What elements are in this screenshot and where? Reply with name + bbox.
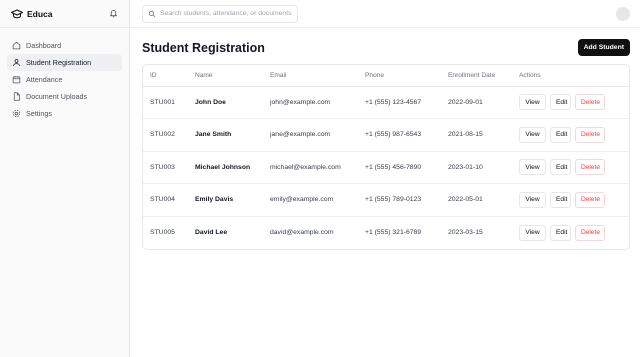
cell-email: michael@example.com [263, 151, 358, 184]
delete-button[interactable]: Delete [575, 191, 605, 208]
calendar-icon [12, 75, 21, 84]
edit-button[interactable]: Edit [550, 94, 571, 111]
bell-icon[interactable] [109, 9, 119, 19]
cell-actions: View Edit Delete [512, 86, 629, 119]
sidebar-item-attendance[interactable]: Attendance [7, 71, 122, 88]
page-title: Student Registration [142, 40, 265, 55]
sidebar-item-document-uploads[interactable]: Document Uploads [7, 88, 122, 105]
cell-email: emily@example.com [263, 183, 358, 217]
cell-actions: View Edit Delete [512, 118, 629, 152]
sidebar-nav: Dashboard Student Registration Attendanc… [0, 28, 129, 122]
cell-enrollment-date: 2023-03-15 [448, 229, 483, 236]
brand: Educa [0, 0, 129, 28]
sidebar-item-label: Document Uploads [26, 92, 88, 101]
edit-button[interactable]: Edit [550, 224, 571, 241]
view-button[interactable]: View [519, 191, 546, 208]
cell-enrollment-date: 2023-01-10 [441, 151, 512, 184]
edit-button[interactable]: Edit [550, 191, 571, 208]
page-header: Student Registration Add Student [142, 39, 630, 56]
delete-button[interactable]: Delete [575, 159, 605, 176]
document-icon [12, 92, 21, 101]
cell-id: STU004 [143, 183, 188, 217]
edit-button[interactable]: Edit [550, 159, 571, 176]
main-area: Student Registration Add Student ID Name… [130, 0, 640, 357]
sidebar-item-settings[interactable]: Settings [7, 105, 122, 122]
cell-actions: View Edit Delete [512, 151, 629, 184]
user-icon [12, 58, 21, 67]
app-name: Educa [27, 8, 53, 19]
cell-name: David Lee [195, 229, 228, 236]
view-button[interactable]: View [519, 159, 546, 176]
sidebar-item-student-registration[interactable]: Student Registration [7, 54, 122, 71]
sidebar-item-label: Student Registration [26, 58, 92, 67]
table-row: STU002 Jane Smith jane@example.com +1 (5… [143, 118, 629, 152]
column-header-phone: Phone [358, 65, 441, 87]
column-header-actions: Actions [512, 65, 629, 87]
search-icon [148, 10, 160, 18]
cell-actions: View Edit Delete [512, 183, 629, 217]
cell-id: STU005 [150, 229, 175, 236]
column-header-enrollment-date: Enrollment Date [441, 65, 512, 87]
search-input[interactable] [160, 10, 292, 17]
cell-phone: +1 (555) 456-7890 [358, 151, 441, 184]
view-button[interactable]: View [519, 224, 546, 241]
cell-actions: View Edit Delete [512, 216, 629, 249]
graduation-cap-icon [11, 9, 23, 19]
students-table: ID Name Email Phone Enrollment Date Acti… [142, 64, 630, 250]
cell-email: jane@example.com [263, 118, 358, 152]
edit-button[interactable]: Edit [550, 126, 571, 143]
home-icon [12, 41, 21, 50]
sidebar-item-label: Attendance [26, 75, 63, 84]
avatar[interactable] [616, 6, 630, 21]
delete-button[interactable]: Delete [575, 94, 605, 111]
sidebar: Educa Dashboard Student Registration Att… [0, 0, 130, 357]
cell-name: John Doe [188, 86, 263, 119]
column-header-id: ID [143, 65, 188, 87]
delete-button[interactable]: Delete [575, 126, 605, 143]
app-root: Educa Dashboard Student Registration Att… [0, 0, 640, 357]
cell-phone: +1 (555) 123-4567 [358, 86, 441, 119]
cell-email: david@example.com [270, 229, 334, 236]
add-student-button[interactable]: Add Student [577, 39, 630, 56]
table-row: STU001 John Doe john@example.com +1 (555… [143, 86, 629, 119]
cell-name: Emily Davis [188, 183, 263, 217]
cell-email: john@example.com [263, 86, 358, 119]
sidebar-item-label: Dashboard [26, 41, 62, 50]
cell-id: STU002 [143, 118, 188, 152]
gear-icon [12, 109, 21, 118]
cell-enrollment-date: 2022-05-01 [441, 183, 512, 217]
table-row: STU003 Michael Johnson michael@example.c… [143, 151, 629, 184]
cell-phone: +1 (555) 321-6789 [365, 229, 422, 236]
topbar [130, 0, 640, 28]
table-header-row: ID Name Email Phone Enrollment Date Acti… [143, 65, 629, 87]
column-header-email: Email [263, 65, 358, 87]
cell-id: STU001 [143, 86, 188, 119]
cell-name: Jane Smith [188, 118, 263, 152]
cell-id: STU003 [143, 151, 188, 184]
table-row: STU005 David Lee david@example.com +1 (5… [143, 216, 629, 249]
column-header-name: Name [188, 65, 263, 87]
content: Student Registration Add Student ID Name… [130, 28, 640, 250]
delete-button[interactable]: Delete [575, 224, 605, 241]
sidebar-item-dashboard[interactable]: Dashboard [7, 37, 122, 54]
sidebar-item-label: Settings [26, 109, 52, 118]
cell-phone: +1 (555) 789-0123 [358, 183, 441, 217]
search-box [142, 4, 298, 23]
cell-phone: +1 (555) 987-6543 [358, 118, 441, 152]
table-row: STU004 Emily Davis emily@example.com +1 … [143, 183, 629, 217]
cell-enrollment-date: 2021-08-15 [441, 118, 512, 152]
view-button[interactable]: View [519, 126, 546, 143]
cell-name: Michael Johnson [188, 151, 263, 184]
cell-enrollment-date: 2022-09-01 [441, 86, 512, 119]
view-button[interactable]: View [519, 94, 546, 111]
